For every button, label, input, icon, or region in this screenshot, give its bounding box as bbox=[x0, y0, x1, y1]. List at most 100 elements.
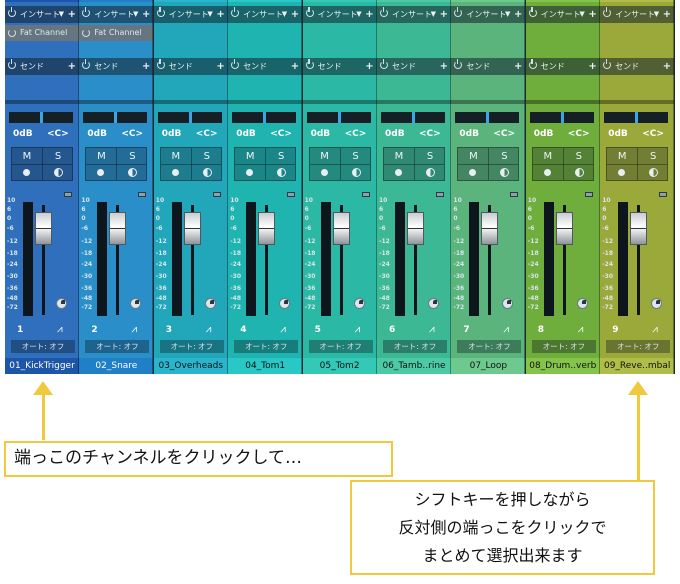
stereo-width-knob[interactable] bbox=[56, 298, 67, 309]
solo-button[interactable]: S bbox=[489, 149, 519, 164]
mute-button[interactable]: M bbox=[12, 149, 42, 164]
insert-header[interactable]: インサート ▼ + bbox=[451, 6, 526, 23]
monitor-icon[interactable] bbox=[649, 168, 659, 177]
volume-readout[interactable]: 0dB bbox=[311, 129, 331, 139]
mute-button[interactable]: M bbox=[384, 149, 414, 164]
channel-name[interactable]: 06_Tamb..rine bbox=[377, 358, 451, 374]
volume-fader[interactable] bbox=[630, 212, 648, 245]
channel-name[interactable]: 04_Tom1 bbox=[228, 358, 303, 374]
power-icon[interactable] bbox=[603, 59, 612, 69]
pan-readout[interactable]: <C> bbox=[419, 129, 441, 139]
channel-name[interactable]: 03_Overheads bbox=[153, 358, 228, 374]
automation-button[interactable]: オート: オフ bbox=[457, 340, 522, 353]
volume-readout[interactable]: 0dB bbox=[459, 129, 479, 139]
record-arm-icon[interactable] bbox=[320, 169, 328, 176]
volume-fader[interactable] bbox=[407, 212, 424, 245]
add-plus-icon[interactable]: + bbox=[514, 58, 522, 75]
insert-header[interactable]: インサート ▼ + bbox=[153, 6, 228, 23]
add-plus-icon[interactable]: + bbox=[365, 6, 373, 23]
power-icon[interactable] bbox=[8, 29, 16, 37]
solo-button[interactable]: S bbox=[117, 149, 147, 164]
lane-toggle-icon[interactable] bbox=[287, 192, 296, 197]
pan-slider[interactable] bbox=[9, 112, 73, 123]
automation-button[interactable]: オート: オフ bbox=[308, 340, 373, 353]
pan-readout[interactable]: <C> bbox=[493, 129, 515, 139]
volume-fader[interactable] bbox=[109, 212, 127, 245]
dropdown-arrow-icon[interactable]: ▼ bbox=[356, 6, 361, 23]
volume-readout[interactable]: 0dB bbox=[162, 129, 182, 139]
power-icon[interactable] bbox=[380, 59, 388, 69]
send-header[interactable]: センド + bbox=[79, 58, 154, 75]
power-icon[interactable] bbox=[156, 59, 165, 69]
add-plus-icon[interactable]: + bbox=[68, 6, 76, 23]
pan-slider[interactable] bbox=[381, 112, 445, 123]
mute-button[interactable]: M bbox=[533, 149, 563, 164]
send-header[interactable]: センド + bbox=[525, 58, 600, 75]
record-arm-icon[interactable] bbox=[543, 169, 551, 176]
channel-name[interactable]: 09_Reve..mbal bbox=[600, 358, 675, 374]
add-plus-icon[interactable]: + bbox=[216, 6, 224, 23]
dropdown-arrow-icon[interactable]: ▼ bbox=[431, 6, 436, 23]
power-icon[interactable] bbox=[603, 7, 612, 17]
channel-strip[interactable]: インサート ▼ + センド + 0dB <C> M S 10 6 0 -6 -1… bbox=[228, 0, 303, 374]
dropdown-arrow-icon[interactable]: ▼ bbox=[207, 6, 212, 23]
insert-header[interactable]: インサート ▼ + bbox=[302, 6, 377, 23]
pan-readout[interactable]: <C> bbox=[196, 129, 218, 139]
stereo-width-knob[interactable] bbox=[204, 298, 216, 309]
volume-readout[interactable]: 0dB bbox=[385, 129, 405, 139]
channel-strip[interactable]: インサート ▼ + センド + 0dB <C> M S 10 6 0 -6 -1… bbox=[525, 0, 600, 374]
channel-strip[interactable]: インサート ▼ + センド + 0dB <C> M S 10 6 0 -6 -1… bbox=[302, 0, 377, 374]
power-icon[interactable] bbox=[8, 59, 16, 69]
waveform-icon[interactable]: ⩘ bbox=[355, 324, 361, 335]
record-arm-icon[interactable] bbox=[395, 169, 402, 176]
power-icon[interactable] bbox=[305, 59, 314, 69]
stereo-width-knob[interactable] bbox=[428, 298, 439, 309]
waveform-icon[interactable]: ⩘ bbox=[131, 324, 137, 335]
pan-slider[interactable] bbox=[83, 112, 148, 123]
dropdown-arrow-icon[interactable]: ▼ bbox=[59, 6, 64, 23]
channel-strip[interactable]: インサート ▼ + センド + 0dB <C> M S 10 6 0 -6 -1… bbox=[451, 0, 526, 374]
add-plus-icon[interactable]: + bbox=[514, 6, 522, 23]
solo-button[interactable]: S bbox=[192, 149, 222, 164]
insert-header[interactable]: インサート ▼ + bbox=[525, 6, 600, 23]
add-plus-icon[interactable]: + bbox=[588, 58, 596, 75]
power-icon[interactable] bbox=[231, 59, 240, 69]
record-arm-icon[interactable] bbox=[469, 169, 477, 176]
send-header[interactable]: センド + bbox=[377, 58, 451, 75]
add-plus-icon[interactable]: + bbox=[142, 58, 150, 75]
pan-readout[interactable]: <C> bbox=[47, 129, 69, 139]
automation-button[interactable]: オート: オフ bbox=[11, 340, 75, 353]
automation-button[interactable]: オート: オフ bbox=[234, 340, 299, 353]
stereo-width-knob[interactable] bbox=[353, 298, 365, 309]
monitor-icon[interactable] bbox=[574, 168, 584, 177]
stereo-width-knob[interactable] bbox=[576, 298, 588, 309]
insert-header[interactable]: インサート ▼ + bbox=[79, 6, 154, 23]
pan-slider[interactable] bbox=[455, 112, 520, 123]
pan-slider[interactable] bbox=[157, 112, 222, 123]
mute-button[interactable]: M bbox=[310, 149, 340, 164]
add-plus-icon[interactable]: + bbox=[440, 6, 448, 23]
pan-readout[interactable]: <C> bbox=[345, 129, 367, 139]
automation-button[interactable]: オート: オフ bbox=[159, 340, 224, 353]
mute-button[interactable]: M bbox=[607, 149, 637, 164]
mute-button[interactable]: M bbox=[161, 149, 191, 164]
insert-header[interactable]: インサート ▼ + bbox=[377, 6, 451, 23]
volume-fader[interactable] bbox=[555, 212, 573, 245]
send-header[interactable]: センド + bbox=[600, 58, 675, 75]
add-plus-icon[interactable]: + bbox=[142, 6, 150, 23]
add-plus-icon[interactable]: + bbox=[588, 6, 596, 23]
record-arm-icon[interactable] bbox=[246, 169, 254, 176]
monitor-icon[interactable] bbox=[128, 168, 138, 177]
pan-slider[interactable] bbox=[604, 112, 669, 123]
pan-slider[interactable] bbox=[529, 112, 594, 123]
send-header[interactable]: センド + bbox=[5, 58, 79, 75]
channel-name[interactable]: 05_Tom2 bbox=[302, 358, 377, 374]
monitor-icon[interactable] bbox=[351, 168, 361, 177]
channel-name[interactable]: 02_Snare bbox=[79, 358, 154, 374]
lane-toggle-icon[interactable] bbox=[659, 192, 668, 197]
monitor-icon[interactable] bbox=[426, 168, 435, 177]
mute-button[interactable]: M bbox=[458, 149, 488, 164]
pan-slider[interactable] bbox=[232, 112, 297, 123]
volume-fader[interactable] bbox=[35, 212, 52, 245]
power-icon[interactable] bbox=[231, 7, 240, 17]
